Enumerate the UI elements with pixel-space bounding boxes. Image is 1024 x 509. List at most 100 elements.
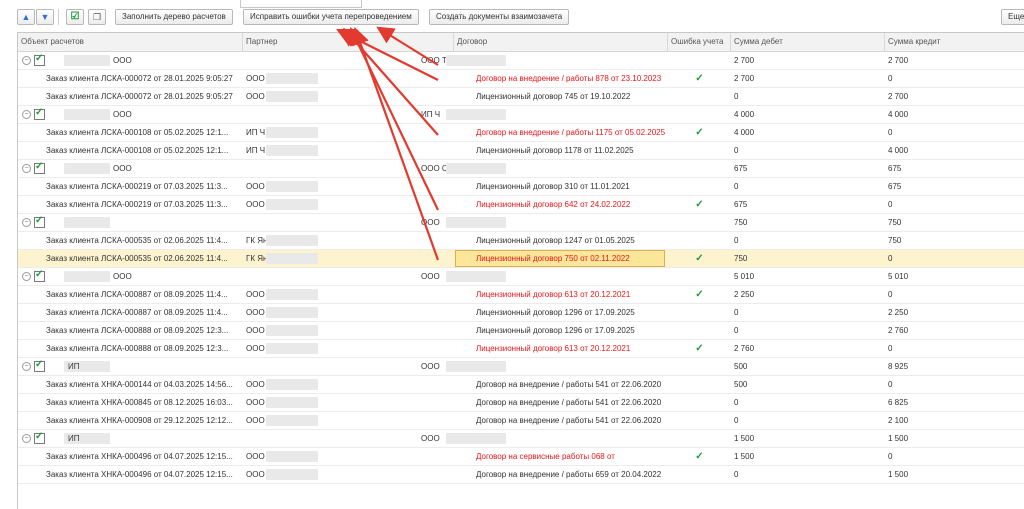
table-row[interactable]: Заказ клиента ХНКА-000496 от 04.07.2025 … <box>18 466 1024 484</box>
contract-cell[interactable]: Лицензионный договор 1296 от 17.09.2025 <box>454 322 668 339</box>
move-down-button[interactable]: ▼ <box>36 9 54 25</box>
object-cell[interactable]: Заказ клиента ЛСКА-000072 от 28.01.2025 … <box>18 70 243 87</box>
contract-cell[interactable]: Лицензионный договор 750 от 02.11.2022 <box>454 250 668 267</box>
object-cell[interactable]: Заказ клиента ЛСКА-000108 от 05.02.2025 … <box>18 124 243 141</box>
collapse-toggle-icon[interactable]: − <box>22 110 31 119</box>
move-up-button[interactable]: ▲ <box>17 9 35 25</box>
group-checkbox[interactable] <box>34 431 45 444</box>
collapse-toggle-icon[interactable]: − <box>22 272 31 281</box>
copy-button[interactable]: ❐ <box>88 9 106 25</box>
table-row[interactable]: Заказ клиента ХНКА-000845 от 08.12.2025 … <box>18 394 1024 412</box>
collapse-toggle-icon[interactable]: − <box>22 164 31 173</box>
contract-cell[interactable]: Лицензионный договор 1247 от 01.05.2025 <box>454 232 668 249</box>
object-cell[interactable]: Заказ клиента ЛСКА-000072 от 28.01.2025 … <box>18 88 243 105</box>
group-row[interactable]: −ООО750750 <box>18 214 1024 232</box>
table-row[interactable]: Заказ клиента ЛСКА-000887 от 08.09.2025 … <box>18 304 1024 322</box>
redacted-area <box>64 109 110 120</box>
create-offset-docs-button[interactable]: Создать документы взаимозачета <box>429 9 570 25</box>
table-row[interactable]: Заказ клиента ХНКА-000144 от 04.03.2025 … <box>18 376 1024 394</box>
table-row[interactable]: Заказ клиента ЛСКА-000072 от 28.01.2025 … <box>18 70 1024 88</box>
search-field[interactable] <box>240 0 362 8</box>
table-row[interactable]: Заказ клиента ЛСКА-000072 от 28.01.2025 … <box>18 88 1024 106</box>
group-row[interactable]: −ИПООО1 5001 500 <box>18 430 1024 448</box>
debit-cell: 2 760 <box>734 344 755 353</box>
group-row[interactable]: −ОООИП Ч4 0004 000 <box>18 106 1024 124</box>
contract-cell[interactable]: Договор на внедрение / работы 541 от 22.… <box>454 412 668 429</box>
col-header-contract[interactable]: Договор <box>454 33 668 51</box>
group-checkbox[interactable] <box>34 215 45 228</box>
check-all-button[interactable]: ☑ <box>66 9 84 25</box>
object-cell[interactable]: Заказ клиента ХНКА-000496 от 04.07.2025 … <box>18 466 243 483</box>
redacted-area <box>64 163 110 174</box>
table-row[interactable]: Заказ клиента ЛСКА-000219 от 07.03.2025 … <box>18 196 1024 214</box>
redacted-area <box>266 451 318 462</box>
credit-cell: 6 825 <box>888 398 909 407</box>
table-row[interactable]: Заказ клиента ЛСКА-000108 от 05.02.2025 … <box>18 142 1024 160</box>
object-cell[interactable]: Заказ клиента ЛСКА-000535 от 02.06.2025 … <box>18 232 243 249</box>
table-row[interactable]: Заказ клиента ЛСКА-000888 от 08.09.2025 … <box>18 340 1024 358</box>
object-cell[interactable]: Заказ клиента ЛСКА-000219 от 07.03.2025 … <box>18 178 243 195</box>
table-row[interactable]: Заказ клиента ЛСКА-000535 от 02.06.2025 … <box>18 250 1024 268</box>
group-checkbox[interactable] <box>34 107 45 120</box>
credit-cell: 0 <box>888 452 893 461</box>
table-row[interactable]: Заказ клиента ХНКА-000908 от 29.12.2025 … <box>18 412 1024 430</box>
collapse-toggle-icon[interactable]: − <box>22 218 31 227</box>
object-cell[interactable]: Заказ клиента ЛСКА-000888 от 08.09.2025 … <box>18 322 243 339</box>
credit-cell: 0 <box>888 344 893 353</box>
table-row[interactable]: Заказ клиента ЛСКА-000535 от 02.06.2025 … <box>18 232 1024 250</box>
group-row[interactable]: −ОООООО ТИ2 7002 700 <box>18 52 1024 70</box>
table-row[interactable]: Заказ клиента ЛСКА-000219 от 07.03.2025 … <box>18 178 1024 196</box>
contract-cell[interactable]: Договор на внедрение / работы 541 от 22.… <box>454 376 668 393</box>
table-row[interactable]: Заказ клиента ЛСКА-000887 от 08.09.2025 … <box>18 286 1024 304</box>
redacted-area <box>446 271 506 282</box>
group-checkbox[interactable] <box>34 359 45 372</box>
table-row[interactable]: Заказ клиента ЛСКА-000888 от 08.09.2025 … <box>18 322 1024 340</box>
contract-cell[interactable]: Договор на внедрение / работы 878 от 23.… <box>454 70 668 87</box>
col-header-error[interactable]: Ошибка учета <box>668 33 731 51</box>
credit-cell: 675 <box>888 164 902 173</box>
debit-cell: 0 <box>734 146 739 155</box>
checkmark-icon: ✓ <box>695 343 704 354</box>
contract-cell[interactable]: Договор на внедрение / работы 659 от 20.… <box>454 466 668 483</box>
group-checkbox[interactable] <box>34 161 45 174</box>
table-row[interactable]: Заказ клиента ЛСКА-000108 от 05.02.2025 … <box>18 124 1024 142</box>
group-row[interactable]: −ИПООО5008 925 <box>18 358 1024 376</box>
object-cell[interactable]: Заказ клиента ЛСКА-000535 от 02.06.2025 … <box>18 250 243 267</box>
fix-errors-button[interactable]: Исправить ошибки учета перепроведением <box>243 9 419 25</box>
fill-tree-button[interactable]: Заполнить дерево расчетов <box>115 9 233 25</box>
more-button[interactable]: Еще <box>1001 9 1024 25</box>
contract-cell[interactable]: Договор на внедрение / работы 1175 от 05… <box>454 124 668 141</box>
object-cell[interactable]: Заказ клиента ЛСКА-000887 от 08.09.2025 … <box>18 286 243 303</box>
group-row[interactable]: −ОООООО5 0105 010 <box>18 268 1024 286</box>
group-checkbox[interactable] <box>34 269 45 282</box>
group-checkbox[interactable] <box>34 53 45 66</box>
col-header-object[interactable]: Объект расчетов <box>18 33 243 51</box>
contract-cell[interactable]: Договор на сервисные работы 068 от <box>454 448 668 465</box>
contract-cell[interactable]: Лицензионный договор 310 от 11.01.2021 <box>454 178 668 195</box>
group-row[interactable]: −ОООООО С675675 <box>18 160 1024 178</box>
contract-cell[interactable]: Лицензионный договор 1296 от 17.09.2025 <box>454 304 668 321</box>
col-header-partner[interactable]: Партнер <box>243 33 454 51</box>
contract-cell[interactable]: Договор на внедрение / работы 541 от 22.… <box>454 394 668 411</box>
object-cell[interactable]: Заказ клиента ЛСКА-000887 от 08.09.2025 … <box>18 304 243 321</box>
col-header-credit[interactable]: Сумма кредит <box>885 33 1024 51</box>
collapse-toggle-icon[interactable]: − <box>22 56 31 65</box>
contract-cell[interactable]: Лицензионный договор 745 от 19.10.2022 <box>454 88 668 105</box>
object-cell[interactable]: Заказ клиента ЛСКА-000108 от 05.02.2025 … <box>18 142 243 159</box>
object-cell[interactable]: Заказ клиента ЛСКА-000219 от 07.03.2025 … <box>18 196 243 213</box>
contract-cell[interactable]: Лицензионный договор 642 от 24.02.2022 <box>454 196 668 213</box>
object-cell[interactable]: Заказ клиента ХНКА-000845 от 08.12.2025 … <box>18 394 243 411</box>
error-cell: ✓ <box>668 196 731 213</box>
table-row[interactable]: Заказ клиента ХНКА-000496 от 04.07.2025 … <box>18 448 1024 466</box>
object-cell[interactable]: Заказ клиента ХНКА-000496 от 04.07.2025 … <box>18 448 243 465</box>
contract-cell[interactable]: Лицензионный договор 613 от 20.12.2021 <box>454 340 668 357</box>
collapse-toggle-icon[interactable]: − <box>22 362 31 371</box>
redacted-area <box>446 217 506 228</box>
object-cell[interactable]: Заказ клиента ХНКА-000144 от 04.03.2025 … <box>18 376 243 393</box>
col-header-debit[interactable]: Сумма дебет <box>731 33 885 51</box>
contract-cell[interactable]: Лицензионный договор 613 от 20.12.2021 <box>454 286 668 303</box>
contract-cell[interactable]: Лицензионный договор 1178 от 11.02.2025 <box>454 142 668 159</box>
object-cell[interactable]: Заказ клиента ЛСКА-000888 от 08.09.2025 … <box>18 340 243 357</box>
object-cell[interactable]: Заказ клиента ХНКА-000908 от 29.12.2025 … <box>18 412 243 429</box>
collapse-toggle-icon[interactable]: − <box>22 434 31 443</box>
